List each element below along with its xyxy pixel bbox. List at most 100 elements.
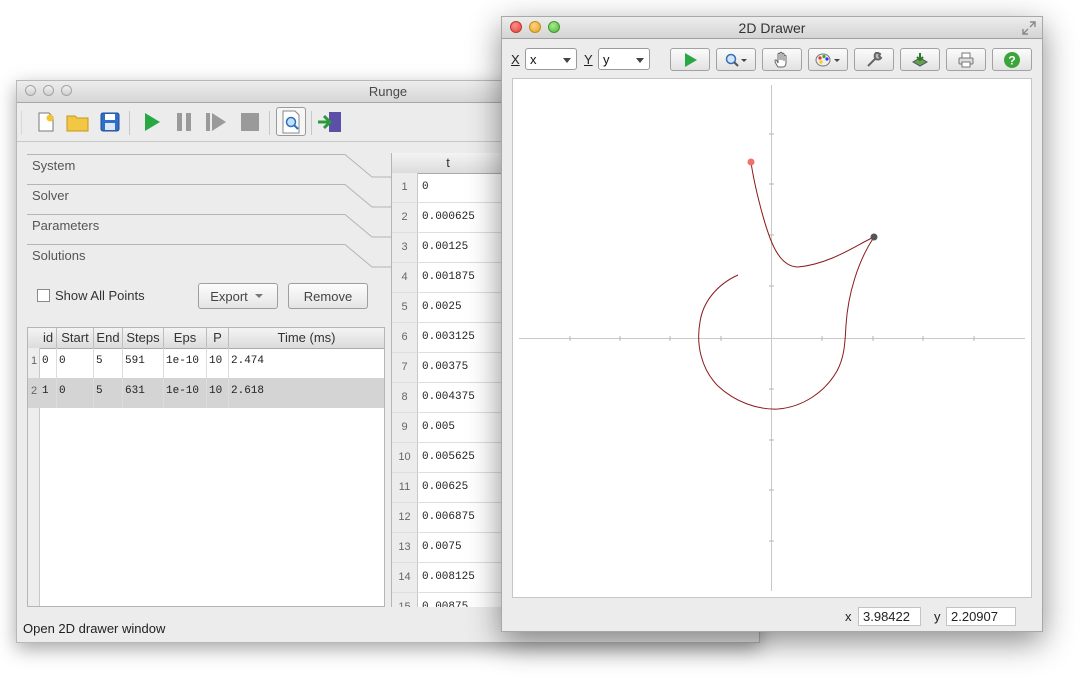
column-header[interactable]: Steps [123,328,164,348]
column-header[interactable]: t [392,153,504,174]
export-button[interactable]: Export [198,283,278,309]
table-cell: 0.00625 [422,481,469,493]
drawer-titlebar: 2D Drawer [502,17,1042,39]
row-number: 11 [392,473,418,502]
row-number: 13 [392,533,418,562]
accordion-label: System [32,158,76,173]
phase-plot [519,85,1025,591]
table-row[interactable]: 7 0.00375 [392,353,504,383]
table-row[interactable]: 6 0.003125 [392,323,504,353]
wrench-icon [867,51,883,67]
step-forward-icon [206,113,226,131]
table-row[interactable]: 12 0.006875 [392,503,504,533]
column-header[interactable]: Time (ms) [229,328,384,348]
x-variable-value: x [530,52,537,67]
zoom-menu-button[interactable] [716,48,756,71]
column-header[interactable]: End [94,328,123,348]
column-header[interactable]: Start [57,328,94,348]
play-icon [145,113,160,131]
chevron-down-icon [563,58,571,63]
table-cell: 0.00375 [422,361,469,373]
settings-accordion: System Solver Parameters Solutions [27,154,391,274]
help-button[interactable]: ? [992,48,1032,71]
step-button[interactable] [203,109,229,135]
table-row[interactable]: 5 0.0025 [392,293,504,323]
toolbar-separator [269,111,270,135]
table-row[interactable]: 14 0.008125 [392,563,504,593]
layers-download-icon [911,52,929,67]
end-point [870,233,878,241]
row-number: 10 [392,443,418,472]
show-all-points-checkbox[interactable] [37,289,50,302]
table-row[interactable]: 4 0.001875 [392,263,504,293]
accordion-solutions[interactable]: Solutions [27,244,391,274]
table-cell: 1e-10 [164,348,207,378]
document-magnifier-icon [282,110,300,133]
plot-canvas[interactable] [512,78,1032,598]
row-number: 15 [392,593,418,607]
toolbar-separator [129,111,130,135]
table-cell: 2.474 [231,355,265,367]
row-number: 5 [392,293,418,322]
cursor-y-label: y [934,609,941,624]
table-row[interactable]: 3 0.00125 [392,233,504,263]
settings-button[interactable] [854,48,894,71]
pause-button[interactable] [171,109,197,135]
table-row[interactable]: 9 0.005 [392,413,504,443]
draw-button[interactable] [670,48,710,71]
table-cell: 0 [57,378,94,408]
print-button[interactable] [946,48,986,71]
row-number: 14 [392,563,418,592]
accordion-system[interactable]: System [27,154,391,184]
export-layers-button[interactable] [900,48,940,71]
run-button[interactable] [138,109,164,135]
row-number: 2 [30,385,38,397]
palette-icon [815,53,840,66]
accordion-label: Solutions [32,248,86,263]
column-header[interactable]: P [207,328,229,348]
open-folder-button[interactable] [65,109,91,135]
table-row[interactable]: 1 0 0 5 591 1e-10 10 2.474 [28,348,384,378]
table-row[interactable]: 2 0.000625 [392,203,504,233]
color-menu-button[interactable] [808,48,848,71]
table-cell: 0.0025 [422,301,462,313]
export-label: Export [210,288,248,304]
remove-button[interactable]: Remove [288,283,368,309]
stop-button[interactable] [237,109,263,135]
table-row[interactable]: 13 0.0075 [392,533,504,563]
x-axis-label: X [511,52,520,67]
table-row[interactable]: 11 0.00625 [392,473,504,503]
table-cell: 5 [94,378,123,408]
row-number: 1 [392,173,418,202]
x-variable-select[interactable]: x [525,48,577,70]
row-number: 8 [392,383,418,412]
column-header[interactable]: Eps [164,328,207,348]
cursor-x-label: x [845,609,852,624]
exit-icon [318,112,341,132]
y-variable-select[interactable]: y [598,48,650,70]
table-cell: 0.003125 [422,331,475,343]
open-2d-drawer-button[interactable] [276,107,306,136]
column-header[interactable]: id [40,328,57,348]
row-number: 3 [392,233,418,262]
table-row[interactable]: 15 0.00875 [392,593,504,607]
show-all-points-option[interactable]: Show All Points [37,288,145,303]
save-button[interactable] [97,109,123,135]
table-cell: 1e-10 [164,378,207,408]
accordion-parameters[interactable]: Parameters [27,214,391,244]
cursor-x-field: 3.98422 [858,607,921,626]
printer-icon [958,52,974,67]
table-row[interactable]: 10 [392,173,504,203]
table-row-selected[interactable]: 2 1 0 5 631 1e-10 10 2.618 [28,378,384,408]
folder-icon [66,115,89,132]
fullscreen-icon[interactable] [1022,21,1036,35]
table-cell: 2.618 [231,385,265,397]
pan-button[interactable] [762,48,802,71]
new-document-button[interactable] [33,109,59,135]
table-row[interactable]: 8 0.004375 [392,383,504,413]
table-row[interactable]: 10 0.005625 [392,443,504,473]
magnifier-icon [725,53,747,67]
exit-button[interactable] [317,109,343,135]
row-number: 12 [392,503,418,532]
accordion-solver[interactable]: Solver [27,184,391,214]
